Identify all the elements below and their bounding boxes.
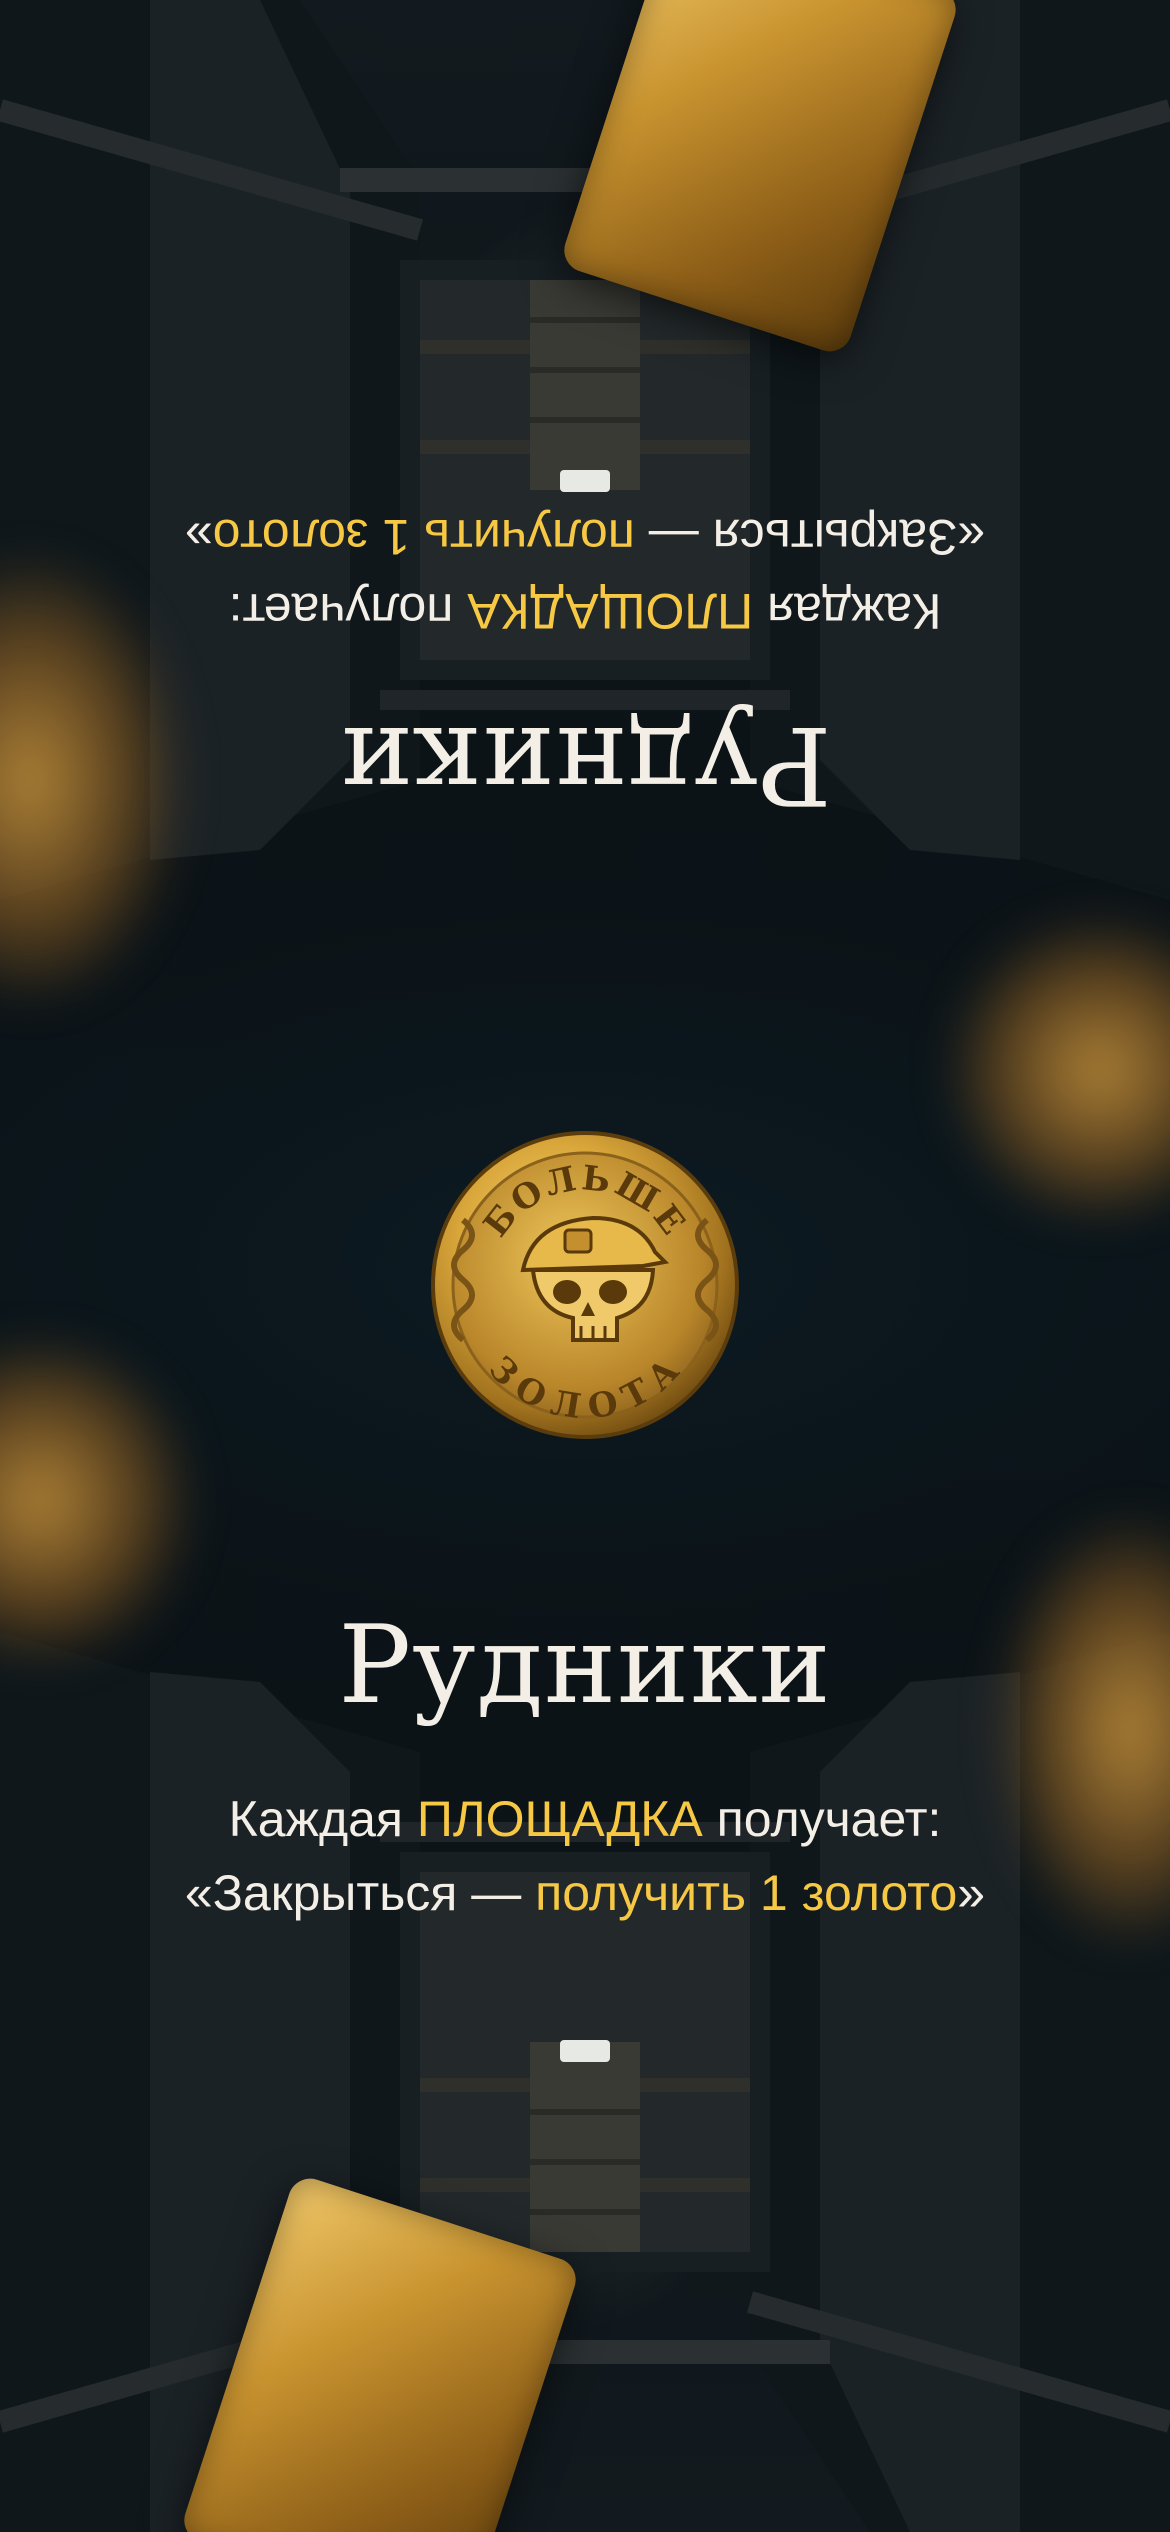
card-rule-line2-flipped: «Закрыться — получить 1 золото» xyxy=(0,500,1170,574)
rule-text: » xyxy=(184,509,213,565)
rule-text: «Закрыться — xyxy=(634,509,986,565)
rule-text: Каждая xyxy=(228,1791,417,1847)
gold-blur-right-upper xyxy=(950,920,1170,1220)
rule-text: Каждая xyxy=(753,583,942,639)
card-title: Рудники xyxy=(338,1603,832,1728)
card-title-flipped: Рудники xyxy=(338,702,832,827)
card-text: Рудники Каждая ПЛОЩАДКА получает: «Закры… xyxy=(0,1612,1170,1930)
coin-emblem: БОЛЬШЕ ЗОЛОТА xyxy=(431,1131,739,1439)
rule-highlight: ПЛОЩАДКА xyxy=(467,583,754,639)
rule-highlight: получить 1 золото xyxy=(212,509,635,565)
rule-text: «Закрыться — xyxy=(184,1865,536,1921)
rule-highlight: получить 1 золото xyxy=(535,1865,958,1921)
more-gold-coin: БОЛЬШЕ ЗОЛОТА xyxy=(405,1120,765,1450)
card-rule-line2: «Закрыться — получить 1 золото» xyxy=(0,1856,1170,1930)
card-rule-line1: Каждая ПЛОЩАДКА получает: xyxy=(0,1782,1170,1856)
rule-text: получает: xyxy=(228,583,468,639)
rule-highlight: ПЛОЩАДКА xyxy=(416,1791,703,1847)
rule-text: получает: xyxy=(702,1791,942,1847)
card-rule-line1-flipped: Каждая ПЛОЩАДКА получает: xyxy=(0,574,1170,648)
game-card: Рудники Каждая ПЛОЩАДКА получает: «Закры… xyxy=(0,0,1170,2532)
rule-text: » xyxy=(957,1865,986,1921)
card-text-flipped: Рудники Каждая ПЛОЩАДКА получает: «Закры… xyxy=(0,500,1170,827)
